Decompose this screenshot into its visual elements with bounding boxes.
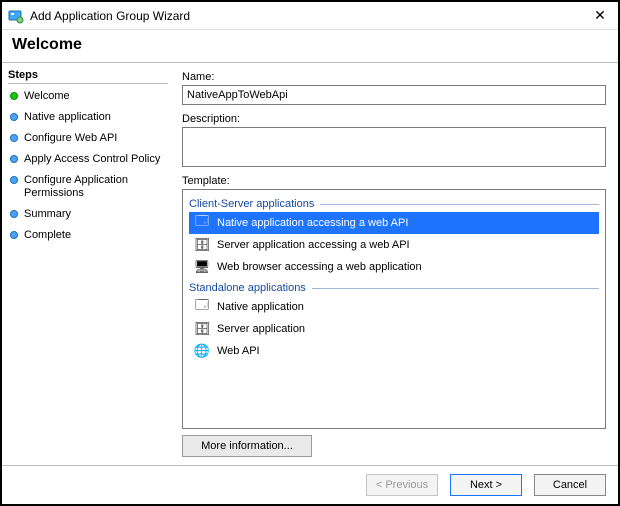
content-area: Steps Welcome Native application Configu… bbox=[2, 62, 618, 465]
step-welcome[interactable]: Welcome bbox=[6, 86, 168, 107]
step-configure-webapi[interactable]: Configure Web API bbox=[6, 128, 168, 149]
bullet-icon bbox=[10, 155, 18, 163]
name-input[interactable] bbox=[182, 85, 606, 105]
template-web-api[interactable]: 🌐 Web API bbox=[189, 340, 599, 362]
step-label: Complete bbox=[24, 229, 166, 242]
footer-buttons: < Previous Next > Cancel bbox=[2, 465, 618, 504]
bullet-icon bbox=[10, 176, 18, 184]
step-label: Welcome bbox=[24, 90, 166, 103]
step-configure-permissions[interactable]: Configure Application Permissions bbox=[6, 170, 168, 204]
template-item-label: Native application bbox=[217, 301, 304, 313]
step-label: Native application bbox=[24, 111, 166, 124]
template-item-label: Web API bbox=[217, 345, 260, 357]
more-information-button[interactable]: More information... bbox=[182, 435, 312, 457]
steps-sidebar: Steps Welcome Native application Configu… bbox=[2, 63, 172, 465]
step-label: Apply Access Control Policy bbox=[24, 153, 166, 166]
group-label: Standalone applications bbox=[189, 282, 306, 294]
bullet-icon bbox=[10, 113, 18, 121]
monitor-icon: 🗔 bbox=[193, 214, 211, 232]
page-title: Welcome bbox=[2, 30, 618, 62]
step-complete[interactable]: Complete bbox=[6, 225, 168, 246]
bullet-icon bbox=[10, 231, 18, 239]
previous-button: < Previous bbox=[366, 474, 438, 496]
template-server-accessing-api[interactable]: 🗄 Server application accessing a web API bbox=[189, 234, 599, 256]
template-native-accessing-api[interactable]: 🗔 Native application accessing a web API bbox=[189, 212, 599, 234]
server-icon: 🗄 bbox=[193, 236, 211, 254]
template-list[interactable]: Client-Server applications 🗔 Native appl… bbox=[182, 189, 606, 429]
cancel-button[interactable]: Cancel bbox=[534, 474, 606, 496]
template-item-label: Server application accessing a web API bbox=[217, 239, 410, 251]
step-label: Summary bbox=[24, 208, 166, 221]
step-native-app[interactable]: Native application bbox=[6, 107, 168, 128]
globe-icon: 🌐 bbox=[193, 342, 211, 360]
description-label: Description: bbox=[182, 113, 606, 125]
browser-icon: 🖥 bbox=[193, 258, 211, 276]
close-icon[interactable]: ✕ bbox=[588, 7, 612, 24]
template-browser-accessing-app[interactable]: 🖥 Web browser accessing a web applicatio… bbox=[189, 256, 599, 278]
bullet-icon bbox=[10, 210, 18, 218]
template-native-app[interactable]: 🗔 Native application bbox=[189, 296, 599, 318]
app-icon bbox=[8, 8, 24, 24]
server-icon: 🗄 bbox=[193, 320, 211, 338]
steps-heading: Steps bbox=[8, 69, 168, 84]
step-access-control[interactable]: Apply Access Control Policy bbox=[6, 149, 168, 170]
template-item-label: Web browser accessing a web application bbox=[217, 261, 422, 273]
bullet-icon bbox=[10, 134, 18, 142]
step-label: Configure Web API bbox=[24, 132, 166, 145]
template-group-standalone: Standalone applications bbox=[189, 282, 599, 294]
main-panel: Name: Description: Template: Client-Serv… bbox=[172, 63, 618, 465]
titlebar: Add Application Group Wizard ✕ bbox=[2, 2, 618, 30]
group-label: Client-Server applications bbox=[189, 198, 314, 210]
template-server-app[interactable]: 🗄 Server application bbox=[189, 318, 599, 340]
template-item-label: Native application accessing a web API bbox=[217, 217, 408, 229]
template-label: Template: bbox=[182, 175, 606, 187]
step-summary[interactable]: Summary bbox=[6, 204, 168, 225]
template-group-client-server: Client-Server applications bbox=[189, 198, 599, 210]
window-title: Add Application Group Wizard bbox=[30, 9, 588, 23]
description-input[interactable] bbox=[182, 127, 606, 167]
bullet-icon bbox=[10, 92, 18, 100]
next-button[interactable]: Next > bbox=[450, 474, 522, 496]
wizard-window: Add Application Group Wizard ✕ Welcome S… bbox=[0, 0, 620, 506]
step-label: Configure Application Permissions bbox=[24, 174, 166, 200]
template-item-label: Server application bbox=[217, 323, 305, 335]
monitor-icon: 🗔 bbox=[193, 298, 211, 316]
name-label: Name: bbox=[182, 71, 606, 83]
